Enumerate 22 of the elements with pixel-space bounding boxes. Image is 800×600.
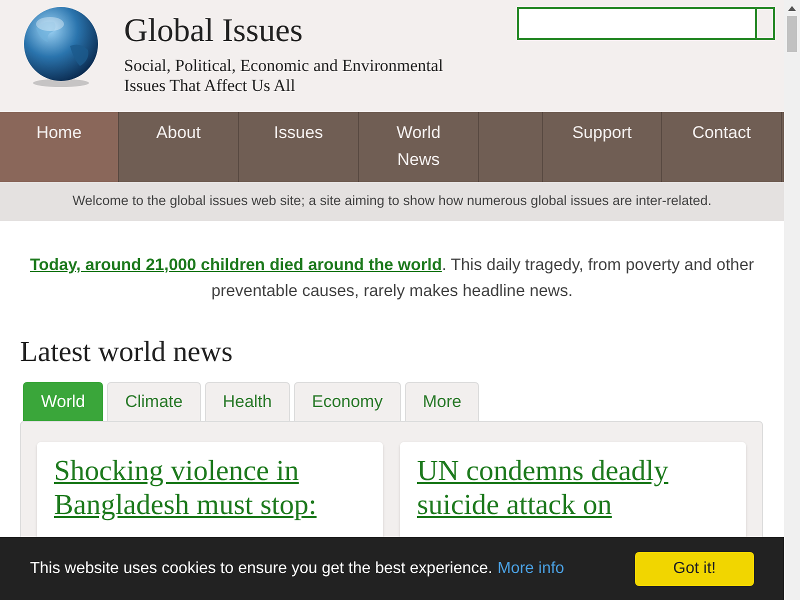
headline-link[interactable]: UN condemns deadly suicide attack on bbox=[417, 454, 729, 522]
scroll-up-icon[interactable] bbox=[788, 5, 796, 11]
intro-link[interactable]: Today, around 21,000 children died around the world bbox=[30, 256, 442, 274]
cookie-message: This website uses cookies to ensure you get the best experience. bbox=[30, 558, 492, 578]
accept-cookies-button[interactable]: Got it! bbox=[635, 552, 754, 586]
site-title[interactable]: Global Issues bbox=[124, 10, 469, 52]
headline-link[interactable]: Shocking violence in Bangladesh must stop: bbox=[54, 454, 366, 522]
news-tab[interactable]: Health bbox=[204, 382, 290, 421]
more-info-link[interactable]: More info bbox=[497, 556, 564, 580]
section-heading: Latest world news bbox=[20, 335, 234, 370]
nav-link[interactable]: Home bbox=[0, 112, 119, 182]
intro-paragraph: Today, around 21,000 children died around the world. This daily tragedy, from poverty and other preventable causes, rarely makes headline news. bbox=[28, 255, 756, 302]
scroll-thumb[interactable] bbox=[787, 16, 797, 52]
news-tab[interactable]: More bbox=[404, 382, 480, 421]
news-tab[interactable]: Economy bbox=[294, 382, 401, 421]
welcome-text: Welcome to the global issues web site; a site aiming to show how numerous global issues are inter-related. bbox=[0, 182, 784, 221]
search-field[interactable] bbox=[517, 7, 775, 40]
site-tagline: Social, Political, Economic and Environmental Issues That Affect Us All bbox=[124, 56, 444, 96]
news-tab[interactable]: World bbox=[23, 382, 104, 421]
scrollbar[interactable] bbox=[784, 0, 800, 600]
news-tab[interactable]: Climate bbox=[107, 382, 201, 421]
globe-logo[interactable] bbox=[22, 6, 100, 88]
